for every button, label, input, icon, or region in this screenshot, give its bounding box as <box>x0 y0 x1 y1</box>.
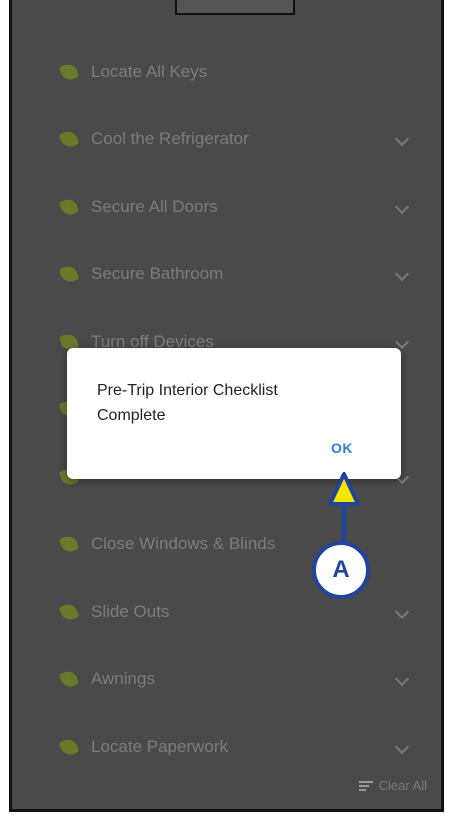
checklist-item[interactable]: Slide Outs <box>12 578 441 646</box>
top-tab <box>175 0 295 15</box>
leaf-icon <box>58 601 80 623</box>
chevron-down-icon[interactable] <box>394 132 410 147</box>
leaf-icon <box>58 196 80 218</box>
dialog-message: Pre-Trip Interior Checklist Complete <box>97 382 278 424</box>
leaf-icon <box>58 533 80 555</box>
chevron-down-icon[interactable] <box>394 672 410 687</box>
checklist-item-label: Secure All Doors <box>91 196 218 216</box>
checklist-item[interactable]: Awnings <box>12 646 441 714</box>
clear-list-icon <box>358 779 373 793</box>
checklist-item[interactable]: Cool the Refrigerator <box>12 106 441 174</box>
checklist-item-label: Secure Bathroom <box>91 264 224 284</box>
checklist-item[interactable]: Secure All Doors <box>12 173 441 241</box>
checklist-item-label: Close Windows & Blinds <box>91 534 276 554</box>
checklist-item[interactable]: Close Windows & Blinds <box>12 511 441 579</box>
chevron-down-icon[interactable] <box>394 604 410 619</box>
ok-button[interactable]: OK <box>331 440 353 456</box>
leaf-icon <box>58 263 80 285</box>
leaf-icon <box>58 128 80 150</box>
checklist-item-label: Locate All Keys <box>91 61 208 81</box>
clear-all-label: Clear All <box>378 778 427 793</box>
annotation-arrow <box>328 472 360 548</box>
chevron-down-icon[interactable] <box>394 739 410 754</box>
chevron-down-icon[interactable] <box>394 199 410 214</box>
checklist-item-label: Locate Paperwork <box>91 736 229 756</box>
checklist-item[interactable]: Locate Paperwork <box>12 713 441 781</box>
chevron-down-icon[interactable] <box>394 267 410 282</box>
checklist-item-label: Cool the Refrigerator <box>91 129 249 149</box>
clear-all-button[interactable]: Clear All <box>358 778 427 793</box>
annotation-callout: A <box>312 541 370 599</box>
checklist-item-label: Slide Outs <box>91 601 170 621</box>
leaf-icon <box>58 736 80 758</box>
chevron-down-icon[interactable] <box>394 334 410 349</box>
checklist-item[interactable]: Locate All Keys <box>12 38 441 106</box>
leaf-icon <box>58 668 80 690</box>
checklist-item[interactable]: Secure Bathroom <box>12 241 441 309</box>
checklist-item-label: Awnings <box>91 669 155 689</box>
leaf-icon <box>58 61 80 83</box>
completion-dialog: Pre-Trip Interior Checklist Complete OK <box>67 348 401 479</box>
